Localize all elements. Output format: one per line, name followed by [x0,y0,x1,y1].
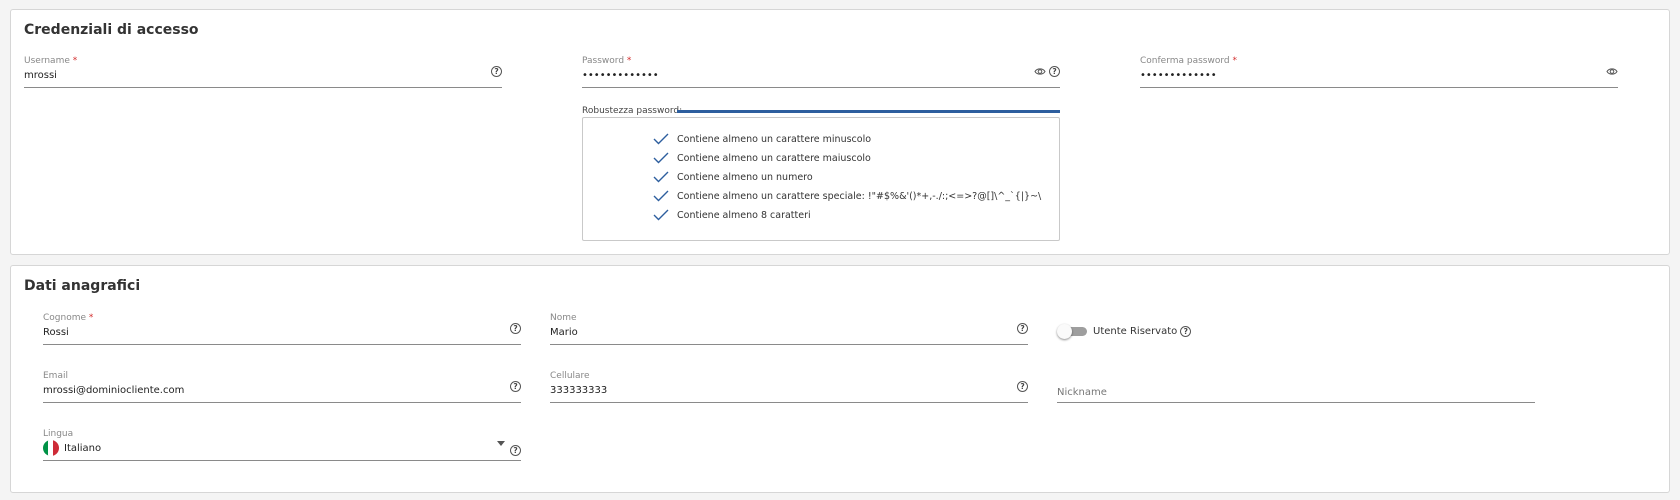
password-label: Password * [582,56,632,66]
eye-icon[interactable] [1034,66,1046,77]
check-icon [653,133,669,145]
help-icon[interactable]: ? [510,381,521,392]
name-value[interactable]: Mario [550,327,578,338]
italy-flag-icon [43,440,59,456]
toggle-switch[interactable] [1057,324,1087,339]
reserved-user-toggle[interactable]: Utente Riservato ? [1057,324,1192,339]
check-icon [653,190,669,202]
username-label: Username * [24,56,78,66]
language-value[interactable]: Italiano [43,440,101,456]
password-strength-bar [677,110,1060,113]
help-icon[interactable]: ? [510,323,521,334]
credentials-title: Credenziali di accesso [24,22,199,38]
mobile-field[interactable]: Cellulare 333333333 ? [550,371,1028,403]
check-icon [653,209,669,221]
surname-value[interactable]: Rossi [43,327,69,338]
password-rule-text: Contiene almeno un carattere speciale: !… [677,190,1042,202]
email-field[interactable]: Email mrossi@dominiocliente.com ? [43,371,521,403]
password-rules-panel: Contiene almeno un carattere minuscolo C… [582,117,1060,241]
language-label: Lingua [43,429,74,439]
mobile-label: Cellulare [550,371,590,381]
help-icon[interactable]: ? [1017,323,1028,334]
password-rule-text: Contiene almeno 8 caratteri [677,209,811,221]
password-strength-label: Robustezza password: [582,106,683,116]
password-rule: Contiene almeno un carattere speciale: !… [653,188,1041,204]
help-icon[interactable]: ? [1049,66,1060,77]
help-icon[interactable]: ? [491,66,502,77]
help-icon[interactable]: ? [510,445,521,456]
email-label: Email [43,371,68,381]
help-icon[interactable]: ? [1017,381,1028,392]
nickname-placeholder[interactable]: Nickname [1057,387,1107,398]
password-rule-text: Contiene almeno un numero [677,171,813,183]
check-icon [653,152,669,164]
mobile-value[interactable]: 333333333 [550,385,607,396]
help-icon[interactable]: ? [1180,325,1192,337]
password-value[interactable]: ••••••••••••• [582,70,659,81]
check-icon [653,171,669,183]
reserved-user-label: Utente Riservato [1093,325,1178,337]
username-value[interactable]: mrossi [24,70,57,81]
nickname-field[interactable]: Nickname [1057,371,1535,403]
confirm-password-label: Conferma password * [1140,56,1237,66]
password-rule: Contiene almeno un numero [653,169,813,185]
password-rule-text: Contiene almeno un carattere maiuscolo [677,152,871,164]
password-rule: Contiene almeno 8 caratteri [653,207,811,223]
confirm-password-value[interactable]: ••••••••••••• [1140,70,1217,81]
password-rule: Contiene almeno un carattere maiuscolo [653,150,871,166]
password-field[interactable]: Password * ••••••••••••• ? [582,56,1060,88]
password-rule-text: Contiene almeno un carattere minuscolo [677,133,872,145]
password-strength-fill [677,110,1060,113]
password-rule: Contiene almeno un carattere minuscolo [653,131,871,147]
chevron-down-icon[interactable] [497,441,505,446]
surname-label: Cognome * [43,313,94,323]
confirm-password-field[interactable]: Conferma password * ••••••••••••• [1140,56,1618,88]
name-label: Nome [550,313,577,323]
toggle-knob[interactable] [1057,324,1072,339]
surname-field[interactable]: Cognome * Rossi ? [43,313,521,345]
language-select[interactable]: Lingua Italiano ? [43,429,521,461]
name-field[interactable]: Nome Mario ? [550,313,1028,345]
eye-icon[interactable] [1606,66,1618,77]
username-field[interactable]: Username * mrossi ? [24,56,502,88]
personal-data-title: Dati anagrafici [24,278,141,294]
email-value[interactable]: mrossi@dominiocliente.com [43,385,184,396]
language-value-text: Italiano [64,442,102,454]
